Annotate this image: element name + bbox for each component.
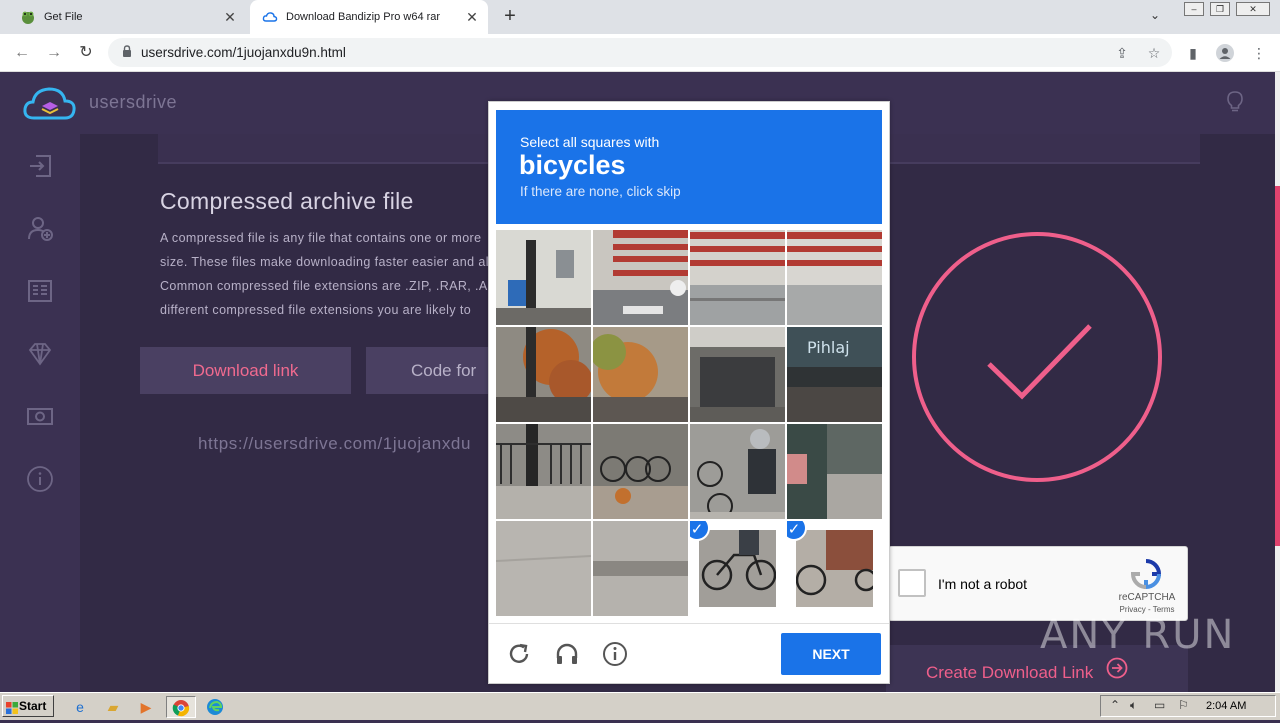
profile-avatar-icon[interactable] bbox=[1216, 44, 1234, 62]
code-for-button[interactable]: Code for bbox=[366, 347, 506, 394]
back-arrow-icon[interactable]: ← bbox=[12, 43, 32, 63]
next-button[interactable]: NEXT bbox=[781, 633, 881, 675]
tab-download-bandizip[interactable]: Download Bandizip Pro w64 rar ✕ bbox=[250, 0, 488, 34]
brand-name[interactable]: usersdrive bbox=[89, 92, 177, 113]
lock-icon[interactable] bbox=[122, 45, 132, 60]
frog-icon bbox=[20, 9, 36, 25]
audio-challenge-headphones-icon[interactable] bbox=[554, 641, 580, 667]
success-check-icon bbox=[912, 232, 1162, 482]
challenge-tile[interactable] bbox=[690, 327, 785, 422]
restore-button[interactable]: ❐ bbox=[1210, 2, 1230, 16]
side-panel-icon[interactable]: ▮ bbox=[1184, 44, 1202, 62]
recaptcha-label: I'm not a robot bbox=[938, 576, 1028, 592]
new-tab-button[interactable]: + bbox=[500, 6, 520, 26]
reload-icon[interactable]: ↻ bbox=[76, 43, 96, 63]
flag-icon[interactable]: ⚐ bbox=[1178, 698, 1189, 712]
recaptcha-brand: reCAPTCHA bbox=[1118, 592, 1176, 603]
add-user-icon[interactable] bbox=[26, 214, 54, 242]
challenge-target: bicycles bbox=[519, 150, 626, 180]
folder-icon[interactable]: ▰ bbox=[101, 696, 125, 718]
challenge-tile-selected[interactable]: ✓ bbox=[690, 521, 785, 616]
challenge-tile[interactable] bbox=[787, 230, 882, 325]
challenge-tile[interactable] bbox=[593, 424, 688, 519]
recaptcha-checkbox[interactable] bbox=[898, 569, 926, 597]
challenge-tile[interactable] bbox=[593, 230, 688, 325]
close-tab-icon[interactable]: ✕ bbox=[462, 9, 482, 26]
challenge-tile[interactable]: Pihlaj bbox=[787, 327, 882, 422]
challenge-footer-divider bbox=[489, 623, 889, 624]
file-manager-icon[interactable] bbox=[26, 277, 54, 305]
challenge-tile[interactable] bbox=[496, 424, 591, 519]
share-icon[interactable]: ⇪ bbox=[1113, 44, 1131, 62]
start-label: Start bbox=[19, 699, 47, 713]
minimize-button[interactable]: – bbox=[1184, 2, 1204, 16]
tray-expand-icon[interactable]: ⌃ bbox=[1110, 698, 1120, 712]
challenge-tile[interactable] bbox=[496, 521, 591, 616]
article-line: A compressed file is any file that conta… bbox=[160, 231, 482, 245]
tab-title: Download Bandizip Pro w64 rar bbox=[286, 11, 441, 23]
article-line: Common compressed file extensions are .Z… bbox=[160, 279, 498, 293]
usersdrive-logo-icon[interactable] bbox=[22, 84, 78, 124]
lightbulb-icon[interactable] bbox=[1222, 88, 1248, 120]
diamond-icon[interactable] bbox=[26, 340, 54, 368]
tab-search-chevron-icon[interactable]: ⌄ bbox=[1150, 8, 1160, 22]
article-line: different compressed file extensions you… bbox=[160, 303, 472, 317]
money-icon[interactable] bbox=[26, 402, 54, 430]
download-link-button[interactable]: Download link bbox=[140, 347, 351, 394]
scrollbar-thumb[interactable] bbox=[1275, 186, 1280, 546]
edge-icon[interactable] bbox=[203, 696, 227, 718]
chrome-icon[interactable] bbox=[166, 696, 196, 718]
challenge-tile[interactable] bbox=[496, 230, 591, 325]
challenge-tile[interactable] bbox=[496, 327, 591, 422]
forward-arrow-icon[interactable]: → bbox=[44, 43, 64, 63]
tab-title: Get File bbox=[44, 11, 83, 23]
close-tab-icon[interactable]: ✕ bbox=[220, 9, 240, 26]
challenge-tile[interactable] bbox=[787, 424, 882, 519]
challenge-tile[interactable] bbox=[593, 521, 688, 616]
challenge-tile-selected[interactable]: ✓ bbox=[787, 521, 882, 616]
article-title: Compressed archive file bbox=[160, 188, 414, 214]
challenge-instruction: Select all squares with bbox=[520, 134, 660, 150]
challenge-tile[interactable] bbox=[593, 327, 688, 422]
taskbar-clock[interactable]: 2:04 AM bbox=[1206, 700, 1246, 712]
article-line: size. These files make downloading faste… bbox=[160, 255, 489, 269]
browser-menu-icon[interactable]: ⋮ bbox=[1250, 44, 1268, 62]
challenge-image-grid: Pihlaj ✓ ✓ bbox=[496, 230, 882, 616]
info-icon[interactable] bbox=[602, 641, 628, 667]
internet-explorer-icon[interactable]: e bbox=[68, 696, 92, 718]
network-icon[interactable]: ▭ bbox=[1154, 698, 1165, 712]
challenge-tile[interactable] bbox=[690, 230, 785, 325]
cloud-icon bbox=[262, 9, 278, 25]
volume-icon[interactable]: 🔈︎ bbox=[1130, 698, 1137, 713]
download-url-text[interactable]: https://usersdrive.com/1juojanxdu bbox=[198, 434, 471, 454]
close-window-button[interactable]: ✕ bbox=[1236, 2, 1270, 16]
media-player-icon[interactable]: ▶ bbox=[134, 696, 158, 718]
create-link-label: Create Download Link bbox=[926, 663, 1094, 682]
start-button[interactable]: Start bbox=[2, 695, 54, 717]
svg-text:Pihlaj: Pihlaj bbox=[807, 338, 850, 357]
info-icon[interactable] bbox=[26, 465, 54, 493]
anyrun-watermark: ANY RUN bbox=[1040, 612, 1236, 658]
reload-challenge-icon[interactable] bbox=[506, 641, 532, 667]
url-text[interactable]: usersdrive.com/1juojanxdu9n.html bbox=[141, 45, 346, 60]
recaptcha-logo-icon bbox=[1130, 558, 1162, 595]
challenge-hint: If there are none, click skip bbox=[520, 184, 681, 199]
challenge-tile[interactable] bbox=[690, 424, 785, 519]
bookmark-star-icon[interactable]: ☆ bbox=[1145, 44, 1163, 62]
windows-logo-icon bbox=[6, 700, 18, 720]
login-icon[interactable] bbox=[26, 152, 54, 180]
tab-get-file[interactable]: Get File ✕ bbox=[8, 0, 246, 34]
